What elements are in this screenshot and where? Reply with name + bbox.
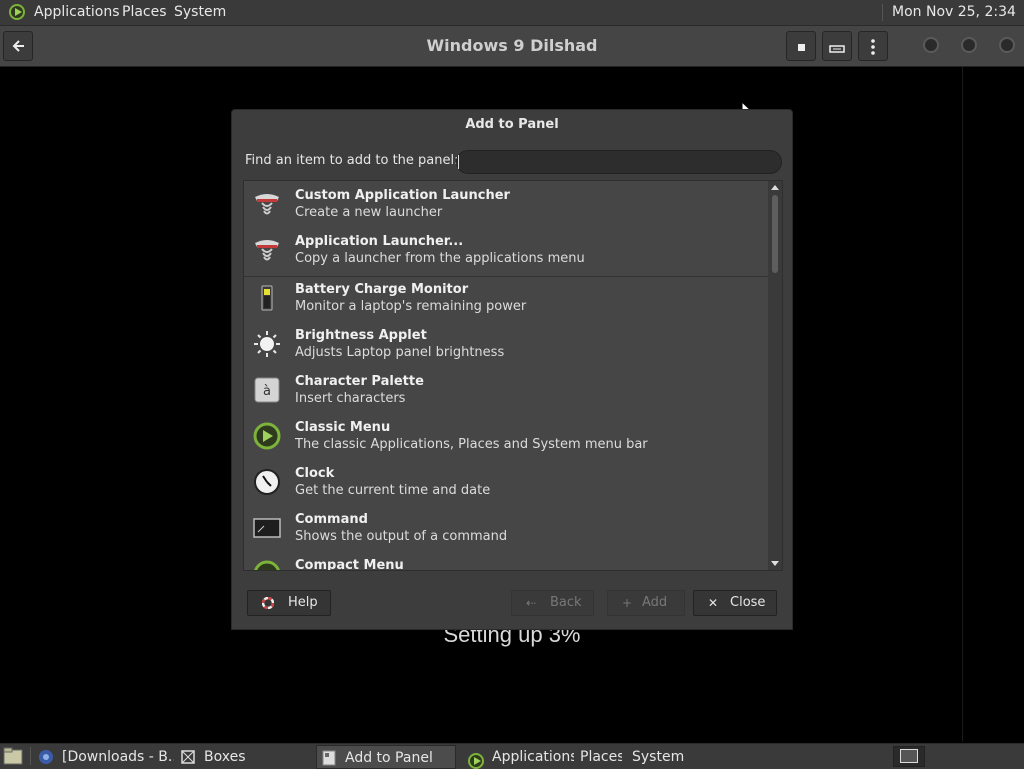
- task-label: Add to Panel: [345, 750, 433, 766]
- find-item-label: Find an item to add to the panel:: [245, 153, 459, 168]
- item-title: Command: [295, 512, 368, 527]
- panel-items-list[interactable]: Custom Application Launcher Create a new…: [243, 180, 783, 571]
- taskbar-separator: [30, 747, 31, 765]
- item-title: Classic Menu: [295, 420, 391, 435]
- task-label: System: [632, 749, 684, 765]
- item-description: Insert characters: [295, 391, 406, 406]
- svg-text:à: à: [263, 384, 271, 399]
- help-icon: [262, 597, 274, 609]
- terminal-icon: [253, 518, 281, 538]
- task-system-menu[interactable]: System: [604, 745, 684, 769]
- task-add-to-panel[interactable]: Add to Panel: [316, 745, 456, 769]
- workspace-1[interactable]: [900, 749, 918, 763]
- item-title: Brightness Applet: [295, 328, 427, 343]
- back-arrow-icon: [12, 40, 24, 52]
- stop-button[interactable]: [786, 31, 816, 61]
- menu-applications[interactable]: Applications: [34, 0, 120, 25]
- scroll-down-arrow-icon[interactable]: [771, 561, 779, 566]
- item-description: The classic Applications, Places and Sys…: [295, 437, 648, 452]
- menu-system[interactable]: System: [174, 0, 226, 25]
- compact-menu-icon: [254, 560, 280, 570]
- menu-places[interactable]: Places: [122, 0, 167, 25]
- mate-logo-icon[interactable]: [9, 0, 25, 25]
- find-item-input[interactable]: [456, 150, 782, 174]
- plus-icon: +: [622, 596, 633, 610]
- item-description: Monitor a laptop's remaining power: [295, 299, 527, 314]
- close-button[interactable]: ✕ Close: [693, 590, 777, 616]
- list-item[interactable]: Compact Menu: [244, 551, 769, 571]
- item-title: Compact Menu: [295, 558, 404, 571]
- task-label: [Downloads - B...: [62, 749, 174, 765]
- item-description: Adjusts Laptop panel brightness: [295, 345, 505, 360]
- keyboard-icon: [829, 45, 845, 53]
- list-item[interactable]: Brightness Applet Adjusts Laptop panel b…: [244, 321, 769, 367]
- show-desktop-icon[interactable]: [3, 747, 23, 765]
- top-panel: Applications Places System Mon Nov 25, 2…: [0, 0, 1024, 45]
- help-button-label: Help: [288, 595, 318, 610]
- list-item[interactable]: Command Shows the output of a command: [244, 505, 769, 551]
- list-item[interactable]: Application Launcher... Copy a launcher …: [244, 227, 769, 273]
- list-item[interactable]: Classic Menu The classic Applications, P…: [244, 413, 769, 459]
- list-item[interactable]: Battery Charge Monitor Monitor a laptop'…: [244, 275, 769, 321]
- panel-clock[interactable]: Mon Nov 25, 2:34 PM: [892, 0, 1024, 45]
- close-button-label: Close: [730, 595, 766, 610]
- back-button-label: Back: [550, 595, 582, 610]
- menu-button[interactable]: [858, 31, 888, 61]
- item-title: Application Launcher...: [295, 234, 464, 249]
- scrollbar-thumb[interactable]: [772, 195, 778, 273]
- add-button-label: Add: [642, 595, 668, 610]
- launcher-icon: [255, 194, 279, 215]
- back-arrow-icon: ⇠: [526, 596, 537, 610]
- item-description: Copy a launcher from the applications me…: [295, 251, 585, 266]
- list-scrollbar[interactable]: [768, 181, 782, 570]
- item-title: Custom Application Launcher: [295, 188, 510, 203]
- task-downloads[interactable]: [Downloads - B...: [34, 745, 174, 769]
- minimize-button[interactable]: [923, 37, 939, 53]
- item-description: Create a new launcher: [295, 205, 443, 220]
- menu-icon: [871, 39, 875, 55]
- close-icon: ✕: [708, 596, 719, 610]
- stop-icon: [797, 44, 805, 51]
- panel-separator: [882, 4, 883, 21]
- dialog-title: Add to Panel: [465, 117, 559, 132]
- help-button[interactable]: Help: [247, 590, 331, 616]
- item-title: Battery Charge Monitor: [295, 282, 469, 297]
- text-caret: [458, 155, 459, 169]
- maximize-button[interactable]: [961, 37, 977, 53]
- close-window-button[interactable]: [999, 37, 1015, 53]
- item-description: Shows the output of a command: [295, 529, 508, 544]
- workspace-switcher[interactable]: [893, 746, 925, 767]
- clock-icon: [254, 469, 280, 495]
- item-title: Clock: [295, 466, 335, 481]
- dialog-icon: [322, 750, 336, 766]
- list-item[interactable]: à Character Palette Insert characters: [244, 367, 769, 413]
- list-item[interactable]: Custom Application Launcher Create a new…: [244, 181, 769, 227]
- boxes-icon: [181, 750, 195, 764]
- boxes-header-bar: Windows 9 Dilshad: [0, 26, 1024, 67]
- browser-icon: [39, 750, 53, 764]
- back-button[interactable]: [3, 31, 33, 61]
- back-dialog-button[interactable]: ⇠ Back: [511, 590, 594, 616]
- add-to-panel-dialog: Add to Panel Find an item to add to the …: [231, 109, 793, 630]
- battery-icon: [261, 285, 273, 311]
- character-palette-icon: à: [254, 377, 280, 403]
- item-description: Get the current time and date: [295, 483, 491, 498]
- mate-logo-icon: [468, 749, 484, 769]
- task-boxes[interactable]: Boxes: [176, 745, 312, 769]
- scroll-up-arrow-icon[interactable]: [771, 185, 779, 190]
- bottom-panel: [Downloads - B... Boxes Add to Panel App…: [0, 743, 1024, 769]
- add-button[interactable]: + Add: [607, 590, 685, 616]
- brightness-icon: [254, 331, 280, 357]
- classic-menu-icon: [253, 422, 281, 450]
- task-label: Boxes: [204, 749, 246, 765]
- list-item[interactable]: Clock Get the current time and date: [244, 459, 769, 505]
- item-title: Character Palette: [295, 374, 424, 389]
- launcher-icon: [255, 240, 279, 261]
- keyboard-button[interactable]: [822, 31, 852, 61]
